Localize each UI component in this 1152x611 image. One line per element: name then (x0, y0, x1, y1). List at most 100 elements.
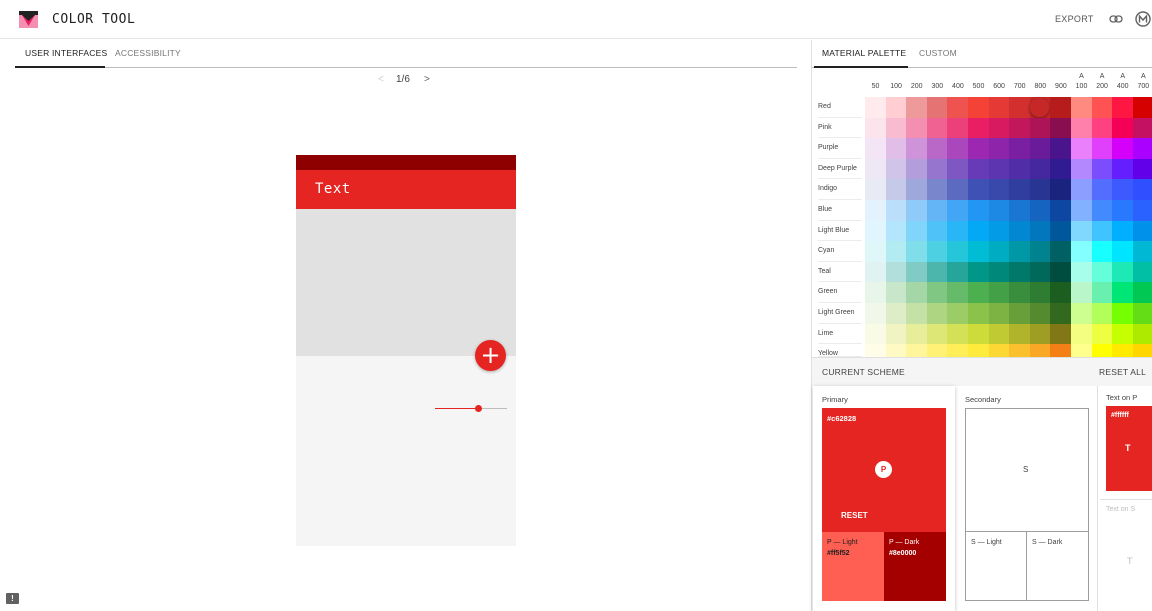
palette-swatch[interactable] (1009, 117, 1031, 139)
palette-swatch[interactable] (865, 97, 886, 118)
palette-swatch[interactable] (926, 261, 948, 283)
palette-swatch[interactable] (926, 97, 948, 118)
palette-swatch[interactable] (1009, 323, 1031, 345)
palette-swatch[interactable] (988, 282, 1010, 304)
palette-swatch[interactable] (1029, 220, 1051, 242)
palette-swatch[interactable] (906, 303, 928, 324)
palette-swatch[interactable] (885, 323, 907, 345)
hue-label[interactable]: Red (818, 97, 862, 118)
palette-swatch[interactable] (926, 220, 948, 242)
palette-swatch[interactable] (1091, 282, 1113, 304)
palette-swatch[interactable] (968, 158, 989, 180)
palette-swatch[interactable] (1009, 220, 1031, 242)
palette-swatch[interactable] (1071, 323, 1092, 345)
palette-swatch[interactable] (1050, 138, 1072, 160)
palette-swatch[interactable] (926, 323, 948, 345)
palette-swatch[interactable] (906, 344, 928, 358)
palette-swatch[interactable] (1112, 323, 1134, 345)
palette-swatch[interactable] (1009, 158, 1031, 180)
palette-swatch[interactable] (865, 261, 886, 283)
palette-swatch[interactable] (1071, 97, 1092, 118)
palette-swatch[interactable] (1091, 200, 1113, 221)
palette-swatch[interactable] (947, 138, 969, 160)
palette-swatch[interactable] (1071, 200, 1092, 221)
palette-swatch[interactable] (1050, 220, 1072, 242)
palette-swatch[interactable] (1029, 303, 1051, 324)
palette-swatch[interactable] (988, 179, 1010, 201)
palette-swatch[interactable] (1029, 179, 1051, 201)
hue-label[interactable]: Green (818, 282, 862, 303)
link-icon[interactable] (1109, 13, 1123, 25)
hue-label[interactable]: Light Blue (818, 221, 862, 242)
export-button[interactable]: EXPORT (1055, 14, 1094, 24)
hue-label[interactable]: Purple (818, 138, 862, 159)
palette-swatch[interactable] (906, 282, 928, 304)
palette-swatch[interactable] (865, 282, 886, 304)
palette-swatch[interactable] (968, 344, 989, 358)
palette-swatch[interactable] (1112, 344, 1134, 358)
palette-swatch[interactable] (988, 200, 1010, 221)
palette-swatch[interactable] (1071, 158, 1092, 180)
palette-swatch[interactable] (1091, 97, 1113, 118)
palette-swatch[interactable] (1132, 323, 1152, 345)
palette-swatch[interactable] (988, 261, 1010, 283)
palette-swatch[interactable] (947, 241, 969, 263)
palette-swatch[interactable] (947, 179, 969, 201)
tab-user-interfaces[interactable]: USER INTERFACES (25, 48, 107, 58)
palette-swatch[interactable] (1029, 241, 1051, 263)
palette-swatch[interactable] (1029, 261, 1051, 283)
palette-swatch[interactable] (1050, 117, 1072, 139)
material-logo-icon[interactable] (1135, 11, 1151, 27)
palette-swatch[interactable] (1029, 200, 1051, 221)
palette-swatch[interactable] (865, 200, 886, 221)
text-color-card[interactable]: Text on P #ffffff T Text on S T (1100, 386, 1152, 611)
palette-swatch[interactable] (1009, 179, 1031, 201)
palette-swatch[interactable] (1071, 282, 1092, 304)
palette-swatch[interactable] (1091, 303, 1113, 324)
reset-all-button[interactable]: RESET ALL (1099, 367, 1146, 377)
palette-swatch[interactable] (885, 303, 907, 324)
palette-swatch[interactable] (926, 241, 948, 263)
palette-swatch[interactable] (1071, 303, 1092, 324)
palette-swatch[interactable] (906, 220, 928, 242)
palette-swatch[interactable] (885, 344, 907, 358)
palette-swatch[interactable] (926, 344, 948, 358)
palette-swatch[interactable] (1091, 323, 1113, 345)
palette-swatch[interactable] (865, 158, 886, 180)
palette-swatch[interactable] (988, 138, 1010, 160)
palette-swatch[interactable] (1132, 241, 1152, 263)
palette-swatch[interactable] (1132, 344, 1152, 358)
palette-swatch[interactable] (1112, 138, 1134, 160)
palette-swatch[interactable] (947, 97, 969, 118)
palette-swatch[interactable] (1112, 158, 1134, 180)
palette-swatch[interactable] (1050, 97, 1072, 118)
primary-dark-swatch[interactable]: P — Dark #8e0000 (884, 532, 946, 601)
palette-swatch[interactable] (1050, 303, 1072, 324)
palette-swatch[interactable] (1132, 200, 1152, 221)
previous-page-button[interactable]: < (378, 74, 384, 85)
palette-swatch[interactable] (1071, 344, 1092, 358)
palette-swatch[interactable] (1132, 303, 1152, 324)
phone-fab-button[interactable]: + (475, 340, 506, 371)
palette-swatch[interactable] (947, 282, 969, 304)
palette-swatch[interactable] (1132, 220, 1152, 242)
palette-swatch[interactable] (1009, 344, 1031, 358)
palette-swatch[interactable] (1132, 282, 1152, 304)
palette-swatch[interactable] (885, 97, 907, 118)
palette-swatch[interactable] (947, 303, 969, 324)
palette-swatch[interactable] (1050, 344, 1072, 358)
palette-swatch[interactable] (1071, 220, 1092, 242)
palette-swatch[interactable] (947, 220, 969, 242)
palette-swatch[interactable] (865, 117, 886, 139)
palette-swatch[interactable] (968, 323, 989, 345)
palette-swatch[interactable] (1071, 138, 1092, 160)
palette-swatch[interactable] (1050, 158, 1072, 180)
palette-swatch[interactable] (1132, 97, 1152, 118)
tab-custom[interactable]: CUSTOM (919, 48, 957, 58)
palette-swatch[interactable] (1112, 179, 1134, 201)
palette-swatch[interactable] (1009, 261, 1031, 283)
palette-swatch[interactable] (1009, 303, 1031, 324)
palette-swatch[interactable] (988, 97, 1010, 118)
palette-swatch[interactable] (1029, 323, 1051, 345)
palette-swatch[interactable] (906, 323, 928, 345)
